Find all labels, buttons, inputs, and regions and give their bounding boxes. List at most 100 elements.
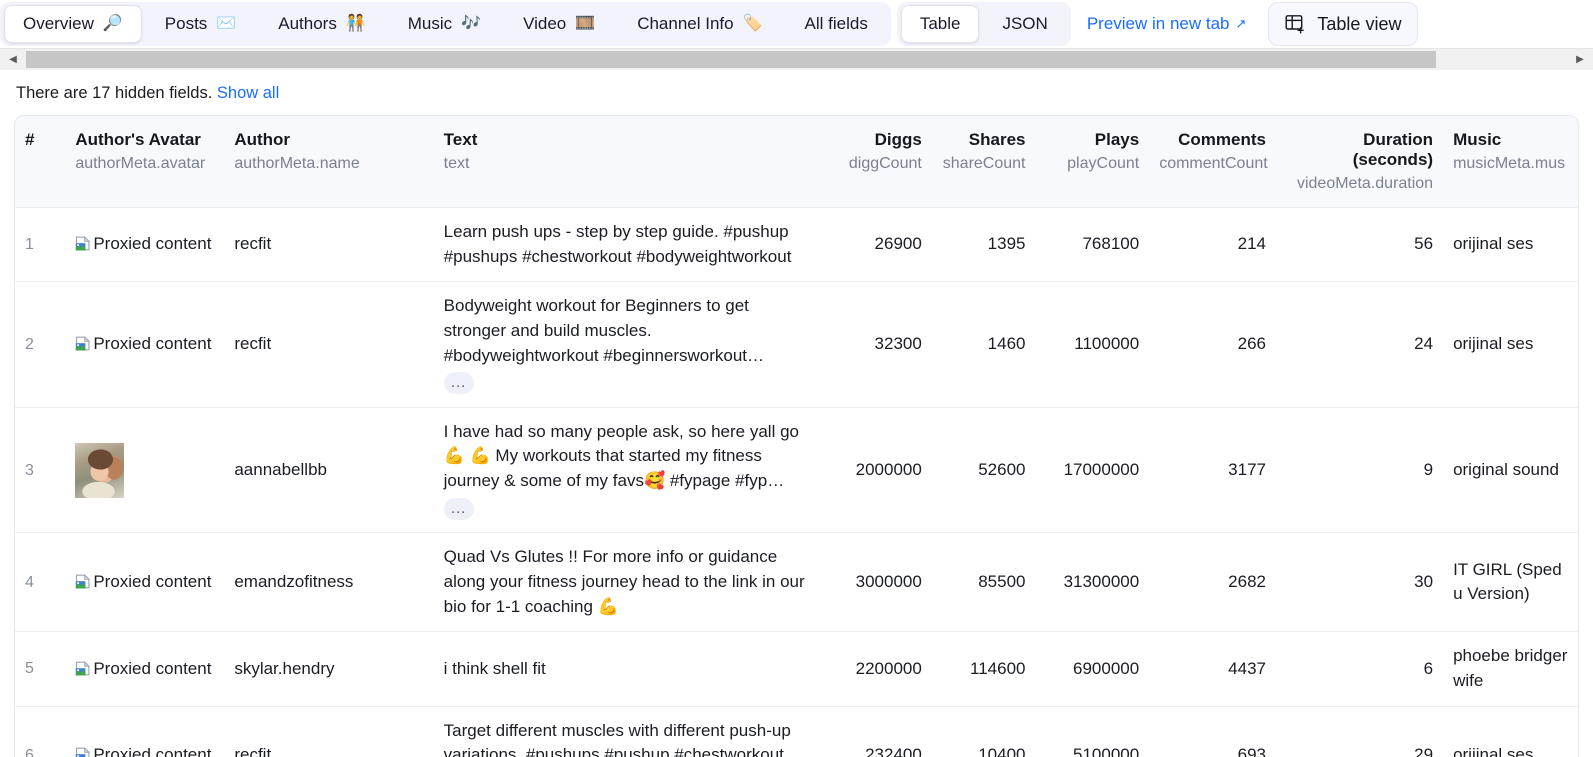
cell-digg-count: 32300 [821,281,932,408]
column-title: Diggs [874,130,922,149]
tab-authors[interactable]: Authors 🧑‍🤝‍🧑 [259,5,385,43]
cell-comment-count: 266 [1149,281,1276,408]
cell-play-count: 17000000 [1035,407,1150,534]
column-header-text[interactable]: Text text [433,116,822,208]
broken-image-alt-text: Proxied content [93,234,212,254]
cell-comment-count: 693 [1237,745,1266,757]
cell-comment-count: 4437 [1149,631,1276,707]
horizontal-scrollbar[interactable]: ◀ ▶ [0,48,1593,70]
cell-music-name: orijinal ses [1453,745,1534,757]
tab-label: Posts [164,14,208,33]
broken-image-placeholder: Proxied content [75,745,211,757]
tab-all-fields[interactable]: All fields [786,5,887,43]
cell-author-avatar: Proxied content [65,532,225,633]
column-title: Text [443,130,478,149]
scrollbar-track[interactable] [26,49,1567,70]
column-title: Author [234,130,291,149]
cell-share-count: 114600 [931,631,1036,707]
scroll-right-arrow-icon[interactable]: ▶ [1567,49,1593,70]
table-row[interactable]: 6 Proxied content recfit Target different m… [15,706,1578,757]
row-index: 1 [15,207,66,283]
cell-duration: 24 [1276,281,1444,408]
tab-video[interactable]: Video 🎞️ [504,5,614,43]
tab-label: Video [523,14,567,33]
cell-play-count: 5100000 [1073,745,1140,757]
table-row[interactable]: 5 Proxied content skylar.hendry i think she… [15,631,1578,707]
cell-author-name: recfit [234,745,272,757]
row-index: 4 [15,532,66,633]
table-view-button[interactable]: Table view [1268,2,1419,46]
column-field-path: videoMeta.duration [1296,175,1434,192]
preview-in-new-tab-link[interactable]: Preview in new tab ↗ [1071,14,1263,34]
cell-digg-count: 2200000 [821,631,932,707]
magnifier-icon: 🔎 [102,15,123,32]
cell-author-avatar: Proxied content [65,207,225,283]
column-title: Music [1453,130,1502,149]
cell-digg-count: 3000000 [821,532,932,633]
format-toggle-group: Table JSON [896,2,1071,46]
cell-author-name: emandzofitness [224,532,434,633]
envelope-icon: ✉️ [216,15,237,32]
column-header-idx[interactable]: # [15,116,66,208]
broken-image-placeholder: Proxied content [75,334,211,353]
cell-duration: 30 [1276,532,1444,633]
column-header-comments[interactable]: Comments commentCount [1149,116,1276,208]
column-header-plays[interactable]: Plays playCount [1035,116,1150,208]
cell-text: Quad Vs Glutes !! For more info or guida… [433,532,822,633]
post-text: Quad Vs Glutes !! For more info or guida… [443,547,805,616]
cell-author-avatar: Proxied content [65,281,225,408]
table-row[interactable]: 2 Proxied content recfit Bodyweight workout… [15,281,1578,408]
column-header-author[interactable]: Author authorMeta.name [224,116,434,208]
tab-posts[interactable]: Posts ✉️ [146,5,255,43]
cell-share-count: 85500 [931,532,1036,633]
column-header-shares[interactable]: Shares shareCount [931,116,1036,208]
cell-text: I have had so many people ask, so here y… [433,407,822,534]
column-header-diggs[interactable]: Diggs diggCount [821,116,932,208]
cell-author-avatar: Proxied content [65,631,225,707]
cell-music-name: original sound [1443,407,1578,534]
column-title: Duration (seconds) [1352,130,1434,169]
hidden-fields-notice: There are 17 hidden fields. Show all [0,70,1593,115]
cell-play-count: 1100000 [1035,281,1150,408]
expand-text-badge[interactable]: … [443,372,474,395]
cell-text: i think shell fit [433,631,822,707]
cell-comment-count: 214 [1149,207,1276,283]
cell-share-count: 1460 [931,281,1036,408]
tab-format-json[interactable]: JSON [983,5,1066,43]
post-text: Bodyweight workout for Beginners to get … [443,296,765,365]
broken-image-alt-text: Proxied content [93,572,212,592]
cell-duration: 56 [1276,207,1444,283]
external-link-icon: ↗ [1235,16,1247,31]
column-title: Comments [1178,130,1266,149]
cell-play-count: 768100 [1035,207,1150,283]
tab-overview[interactable]: Overview 🔎 [4,5,142,43]
table-row[interactable]: 3 aannabellbb I have had so many people as… [15,407,1578,534]
column-field-path: musicMeta.mus [1453,155,1566,172]
expand-text-badge[interactable]: … [443,497,474,520]
tab-format-table[interactable]: Table [900,5,980,43]
tab-channel-info[interactable]: Channel Info 🏷️ [618,5,781,43]
column-field-path: diggCount [848,155,922,172]
field-group-tabs: Overview 🔎 Posts ✉️ Authors 🧑‍🤝‍🧑 Music 🎶 Video 🎞… [0,2,891,46]
tab-music[interactable]: Music 🎶 [389,5,500,43]
broken-image-placeholder: Proxied content [75,659,211,678]
tab-label: Music [407,14,453,33]
column-header-avatar[interactable]: Author's Avatar authorMeta.avatar [65,116,225,208]
column-title: Author's Avatar [75,130,201,149]
column-title: Plays [1094,130,1140,149]
cell-author-name: aannabellbb [224,407,434,534]
cell-share-count: 52600 [931,407,1036,534]
show-all-fields-link[interactable]: Show all [217,84,279,102]
avatar[interactable] [75,442,125,498]
column-field-path: authorMeta.avatar [75,155,206,172]
table-row[interactable]: 4 Proxied content emandzofitness Quad Vs Gl… [15,532,1578,633]
column-title: # [25,130,35,149]
column-header-music[interactable]: Music musicMeta.mus [1443,116,1578,208]
table-row[interactable]: 1 Proxied content recfit Learn push ups - s… [15,207,1578,283]
cell-play-count: 31300000 [1035,532,1150,633]
cell-author-name: skylar.hendry [224,631,434,707]
scrollbar-thumb[interactable] [26,51,1436,68]
scroll-left-arrow-icon[interactable]: ◀ [0,49,26,70]
column-field-path: text [443,155,470,172]
column-header-duration[interactable]: Duration (seconds) videoMeta.duration [1276,116,1444,208]
